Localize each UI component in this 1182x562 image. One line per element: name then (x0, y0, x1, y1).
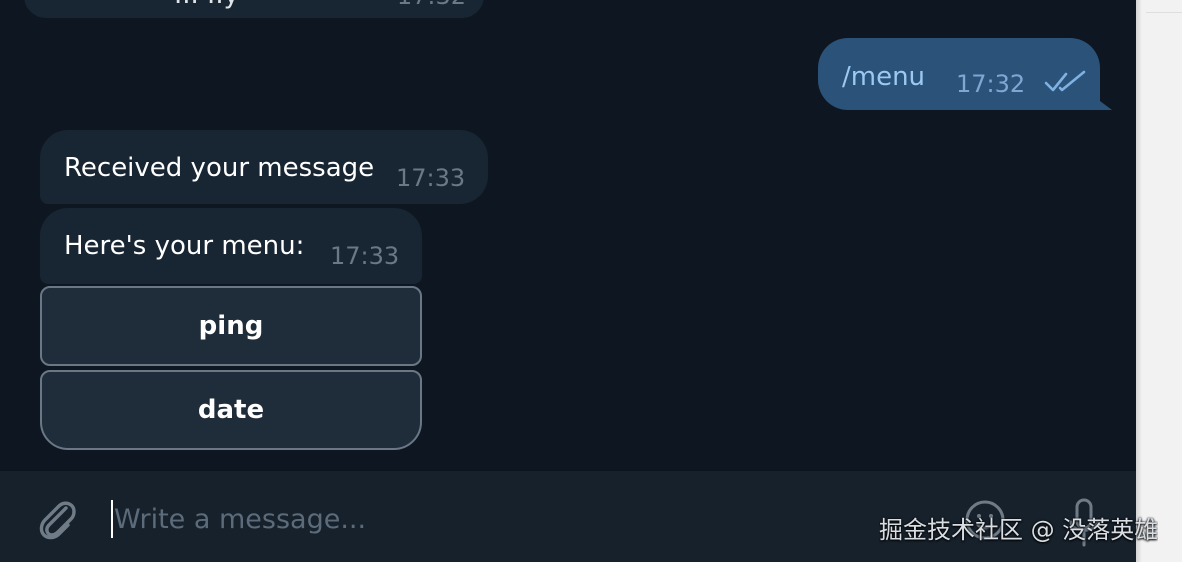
message-input[interactable] (114, 497, 834, 541)
outgoing-message-bubble: /menu 17:32 (818, 38, 1100, 110)
double-check-icon (1044, 70, 1086, 92)
message-list[interactable]: ... ..y 17:32 /menu 17:32 Received your … (0, 0, 1136, 470)
paperclip-icon[interactable] (32, 495, 82, 545)
previous-message-bubble: ... ..y 17:32 (24, 0, 484, 18)
outgoing-message-time: 17:32 (956, 70, 1026, 98)
incoming-message-time: 17:33 (330, 242, 400, 270)
incoming-message-text: Here's your menu: (64, 231, 305, 261)
previous-message-time: 17:32 (397, 0, 466, 8)
panel-shadow (1136, 0, 1142, 562)
incoming-message-text: Received your message (64, 153, 375, 183)
inline-button-date[interactable]: date (40, 370, 422, 450)
previous-message-text: ... ..y (174, 0, 239, 8)
inline-button-ping[interactable]: ping (40, 286, 422, 366)
source-watermark: 掘金技术社区 @ 没落英雄 (879, 516, 1159, 544)
side-panel-edge (1136, 0, 1182, 562)
incoming-message-bubble: Here's your menu: 17:33 (40, 208, 422, 284)
incoming-message-bubble: Received your message 17:33 (40, 130, 488, 204)
panel-divider (1146, 12, 1182, 13)
text-cursor (111, 500, 113, 538)
incoming-message-time: 17:33 (396, 164, 466, 192)
telegram-chat-window: ... ..y 17:32 /menu 17:32 Received your … (0, 0, 1182, 562)
outgoing-message-text: /menu (842, 62, 926, 92)
